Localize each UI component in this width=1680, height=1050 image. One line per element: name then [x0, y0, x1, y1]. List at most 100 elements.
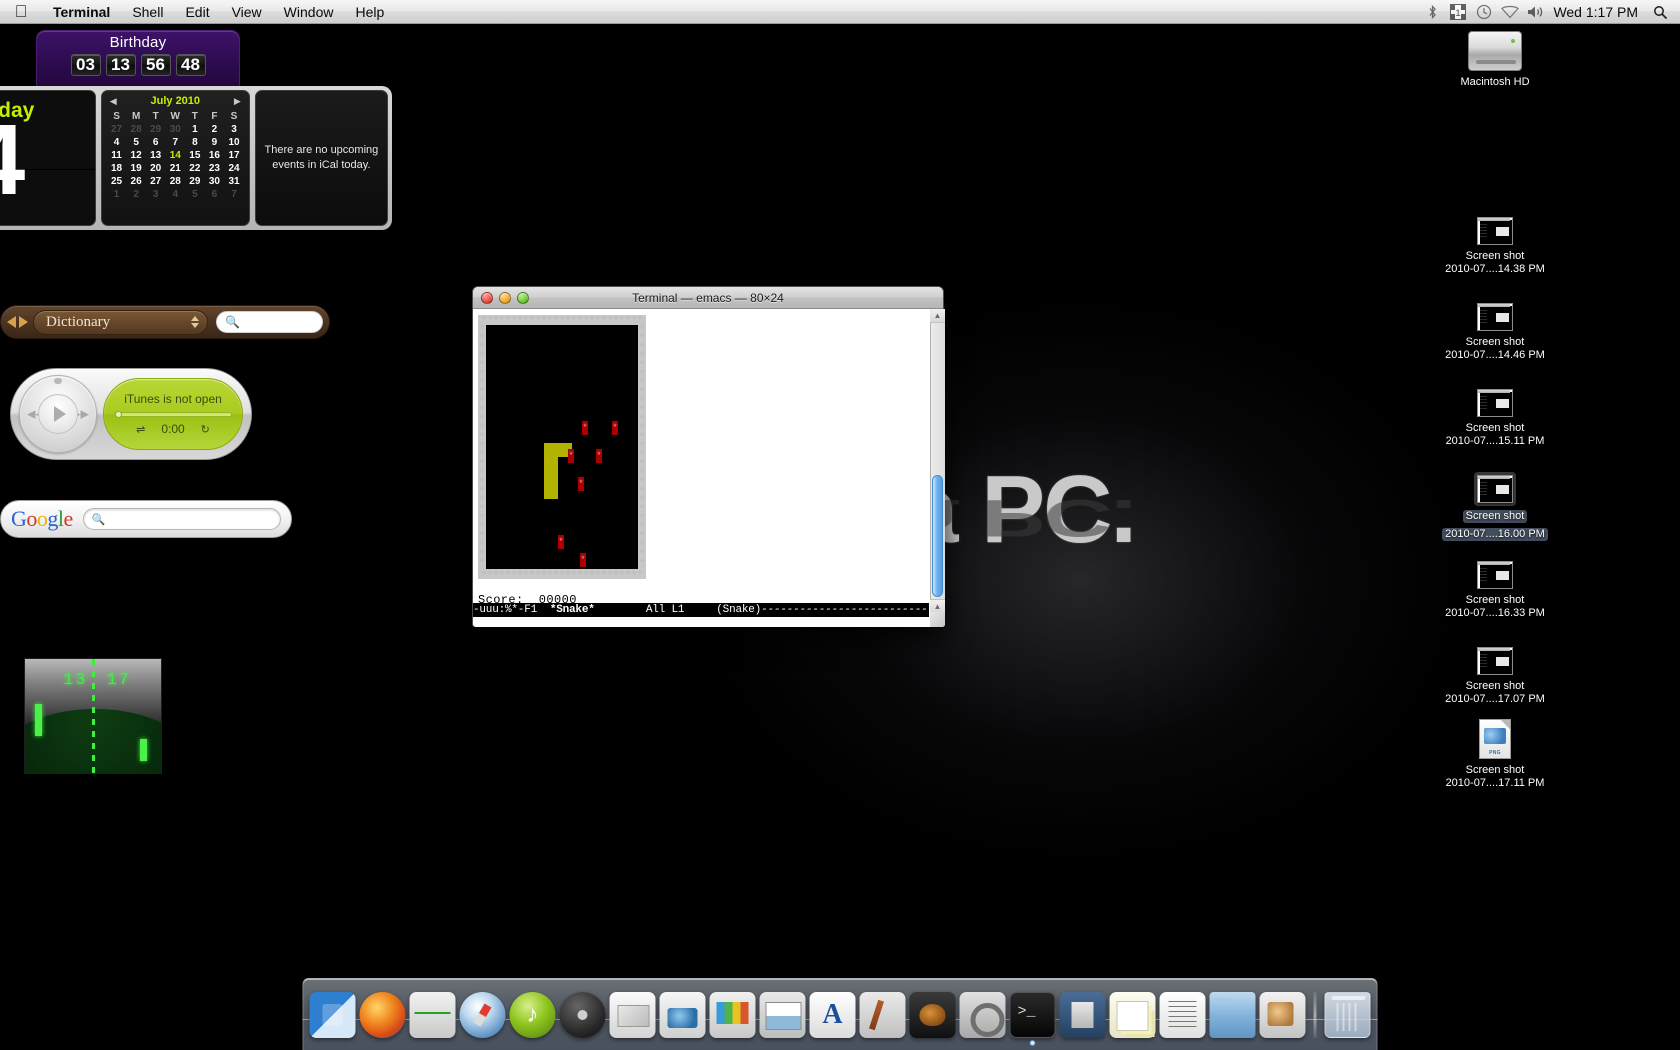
dock-icon-font-book[interactable]: [810, 992, 856, 1038]
apple-menu-icon[interactable]: : [0, 0, 42, 24]
ical-day-cell[interactable]: 22: [185, 162, 205, 175]
dock-icon-preview[interactable]: [1260, 992, 1306, 1038]
desktop-icon-glyph[interactable]: [1420, 200, 1570, 248]
desktop-icon-glyph[interactable]: [1420, 26, 1570, 74]
ical-day-cell[interactable]: 4: [165, 188, 185, 201]
repeat-icon[interactable]: ↻: [201, 423, 210, 436]
bluetooth-icon[interactable]: [1419, 0, 1445, 24]
shuffle-icon[interactable]: ⇌: [136, 423, 145, 436]
ical-day-cell[interactable]: 28: [126, 123, 146, 136]
ical-day-cell[interactable]: 25: [107, 175, 127, 188]
desktop-icon-glyph[interactable]: PNG: [1420, 714, 1570, 762]
menu-item-terminal[interactable]: Terminal: [42, 0, 121, 24]
dictionary-search-input[interactable]: [245, 315, 314, 329]
dock-icon-keynote[interactable]: [710, 992, 756, 1038]
scroll-up-arrow-icon[interactable]: ▲: [930, 309, 945, 323]
widget-itunes[interactable]: ◀◀ ▶▶ iTunes is not open ⇌ 0:00 ↻: [10, 368, 252, 460]
desktop-icon-glyph[interactable]: [1420, 286, 1570, 334]
forward-arrow-icon[interactable]: [19, 316, 28, 328]
dock-icon-iphoto[interactable]: [660, 992, 706, 1038]
ical-day-cell[interactable]: 15: [185, 149, 205, 162]
ical-day-cell[interactable]: 26: [126, 175, 146, 188]
pong-play-field[interactable]: 13 17: [24, 658, 162, 774]
volume-icon[interactable]: [1523, 0, 1549, 24]
menu-bar-clock[interactable]: Wed 1:17 PM: [1549, 4, 1646, 20]
menu-item-edit[interactable]: Edit: [174, 0, 220, 24]
desktop-icon-glyph[interactable]: [1420, 630, 1570, 678]
dock-icon-xcode[interactable]: [1060, 992, 1106, 1038]
google-search-input[interactable]: [110, 512, 272, 526]
terminal-scrollbar[interactable]: ▲ ▲ ▼: [930, 309, 945, 627]
ical-day-cell[interactable]: 20: [146, 162, 166, 175]
scroll-up-arrow-icon-2[interactable]: ▲: [930, 599, 945, 613]
resize-grip[interactable]: [930, 612, 945, 627]
ical-day-cell[interactable]: 24: [224, 162, 244, 175]
ical-day-cell[interactable]: 17: [224, 149, 244, 162]
itunes-click-wheel[interactable]: ◀◀ ▶▶: [19, 375, 97, 453]
ical-day-cell[interactable]: 7: [224, 188, 244, 201]
ical-day-cell[interactable]: 31: [224, 175, 244, 188]
dock-icon-safari[interactable]: [460, 992, 506, 1038]
desktop-icon-glyph[interactable]: [1420, 458, 1570, 506]
ical-day-cell[interactable]: 30: [205, 175, 225, 188]
ical-day-cell[interactable]: 21: [165, 162, 185, 175]
google-search-box[interactable]: 🔍: [83, 508, 281, 530]
widget-birthday-countdown[interactable]: Birthday 03135648: [36, 30, 240, 92]
dictionary-mode-select[interactable]: Dictionary: [33, 310, 208, 335]
pong-paddle-left[interactable]: [35, 704, 42, 736]
ical-day-cell[interactable]: 13: [146, 149, 166, 162]
ical-day-cell[interactable]: 29: [185, 175, 205, 188]
ical-day-cell[interactable]: 10: [224, 136, 244, 149]
terminal-content-area[interactable]: ++++++++++++++++++++++++++++++++++++++++…: [473, 309, 945, 627]
menu-item-view[interactable]: View: [221, 0, 273, 24]
pong-paddle-right[interactable]: [140, 739, 147, 761]
dictionary-search-box[interactable]: 🔍: [216, 311, 323, 333]
ical-day-cell[interactable]: 3: [224, 123, 244, 136]
dock-icon-iwork[interactable]: [760, 992, 806, 1038]
input-source-icon[interactable]: 1: [1445, 0, 1471, 24]
desktop-icon-screenshot-4[interactable]: Screen shot2010-07....16.00 PM: [1420, 458, 1570, 542]
ical-day-cell[interactable]: 7: [165, 136, 185, 149]
ical-day-cell[interactable]: 23: [205, 162, 225, 175]
ical-day-cell[interactable]: 8: [185, 136, 205, 149]
dock-icon-trash[interactable]: [1325, 992, 1371, 1038]
ical-day-cell[interactable]: 9: [205, 136, 225, 149]
spotlight-search-icon[interactable]: [1646, 0, 1674, 24]
dock-icon-finder[interactable]: [310, 992, 356, 1038]
ical-day-cell[interactable]: 6: [205, 188, 225, 201]
widget-dictionary[interactable]: Dictionary 🔍: [0, 305, 330, 339]
desktop-icon-screenshot-3[interactable]: Screen shot2010-07....15.11 PM: [1420, 372, 1570, 448]
ical-day-cell[interactable]: 1: [185, 123, 205, 136]
dock-icon-textedit[interactable]: [1160, 992, 1206, 1038]
ical-prev-month-icon[interactable]: ◀: [110, 96, 117, 107]
desktop-icon-screenshot-5[interactable]: Screen shot2010-07....16.33 PM: [1420, 544, 1570, 620]
ical-day-cell[interactable]: 3: [146, 188, 166, 201]
ical-day-cell[interactable]: 4: [107, 136, 127, 149]
ical-next-month-icon[interactable]: ▶: [234, 96, 241, 107]
terminal-window[interactable]: Terminal — emacs — 80×24 +++++++++++++++…: [472, 286, 944, 627]
ical-day-cell[interactable]: 14: [165, 149, 185, 162]
scrollbar-thumb[interactable]: [932, 475, 943, 597]
ical-day-cell[interactable]: 5: [126, 136, 146, 149]
dock-icon-garageband[interactable]: [910, 992, 956, 1038]
desktop-icon-glyph[interactable]: [1420, 544, 1570, 592]
close-button[interactable]: [481, 292, 493, 304]
ical-day-cell[interactable]: 5: [185, 188, 205, 201]
ical-day-cell[interactable]: 30: [165, 123, 185, 136]
dock-icon-documents-folder[interactable]: [1210, 992, 1256, 1038]
ical-day-cell[interactable]: 1: [107, 188, 127, 201]
ical-day-cell[interactable]: 18: [107, 162, 127, 175]
snake-game-board[interactable]: *******: [486, 325, 638, 569]
back-arrow-icon[interactable]: [7, 316, 16, 328]
desktop-icon-screenshot-1[interactable]: Screen shot2010-07....14.38 PM: [1420, 200, 1570, 276]
dock-icon-dvd-player[interactable]: [560, 992, 606, 1038]
desktop-icon-screenshot-7[interactable]: PNGScreen shot2010-07....17.11 PM: [1420, 714, 1570, 790]
ical-day-cell[interactable]: 2: [205, 123, 225, 136]
dock-icon-stickies[interactable]: [1110, 992, 1156, 1038]
dock-icon-firefox[interactable]: [360, 992, 406, 1038]
ical-day-cell[interactable]: 11: [107, 149, 127, 162]
time-machine-icon[interactable]: [1471, 0, 1497, 24]
desktop-icon-macintosh-hd[interactable]: Macintosh HD: [1420, 26, 1570, 89]
play-icon[interactable]: [38, 394, 78, 434]
widget-google-search[interactable]: Google 🔍: [0, 500, 292, 538]
